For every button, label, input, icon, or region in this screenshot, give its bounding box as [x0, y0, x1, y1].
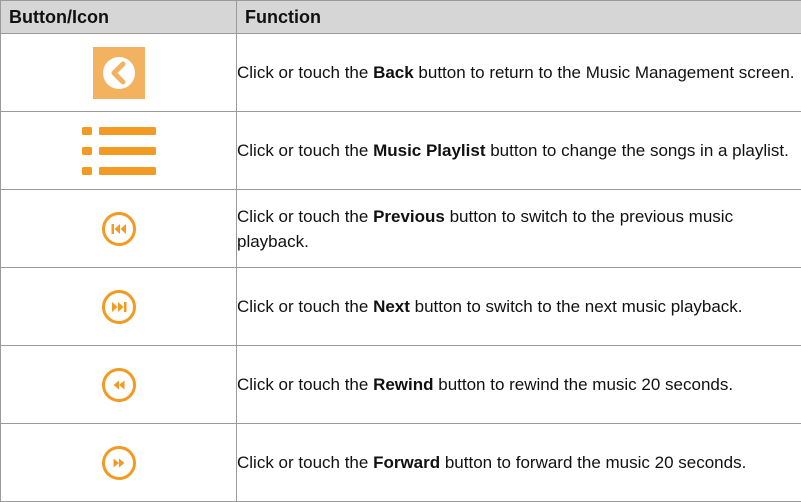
table-row: Click or touch the Forward button to for…	[1, 424, 801, 502]
forward-icon	[101, 445, 137, 481]
icon-cell	[1, 424, 237, 502]
column-header-function: Function	[237, 1, 801, 34]
function-text: Click or touch the Rewind button to rewi…	[237, 346, 801, 424]
icon-cell	[1, 34, 237, 112]
table-row: Click or touch the Previous button to sw…	[1, 190, 801, 268]
function-text: Click or touch the Music Playlist button…	[237, 112, 801, 190]
header-row: Button/Icon Function	[1, 1, 801, 34]
table-row: Click or touch the Next button to switch…	[1, 268, 801, 346]
back-icon	[93, 47, 145, 99]
next-icon	[101, 289, 137, 325]
table-row: Click or touch the Back button to return…	[1, 34, 801, 112]
table-row: Click or touch the Rewind button to rewi…	[1, 346, 801, 424]
column-header-button-icon: Button/Icon	[1, 1, 237, 34]
icon-cell	[1, 346, 237, 424]
icon-cell	[1, 190, 237, 268]
icon-cell	[1, 268, 237, 346]
table-row: Click or touch the Music Playlist button…	[1, 112, 801, 190]
function-text: Click or touch the Previous button to sw…	[237, 190, 801, 268]
function-table: Button/Icon Function Click or touch the …	[0, 0, 801, 502]
function-text: Click or touch the Forward button to for…	[237, 424, 801, 502]
function-text: Click or touch the Next button to switch…	[237, 268, 801, 346]
rewind-icon	[101, 367, 137, 403]
playlist-icon	[82, 124, 156, 178]
previous-icon	[101, 211, 137, 247]
icon-cell	[1, 112, 237, 190]
function-text: Click or touch the Back button to return…	[237, 34, 801, 112]
